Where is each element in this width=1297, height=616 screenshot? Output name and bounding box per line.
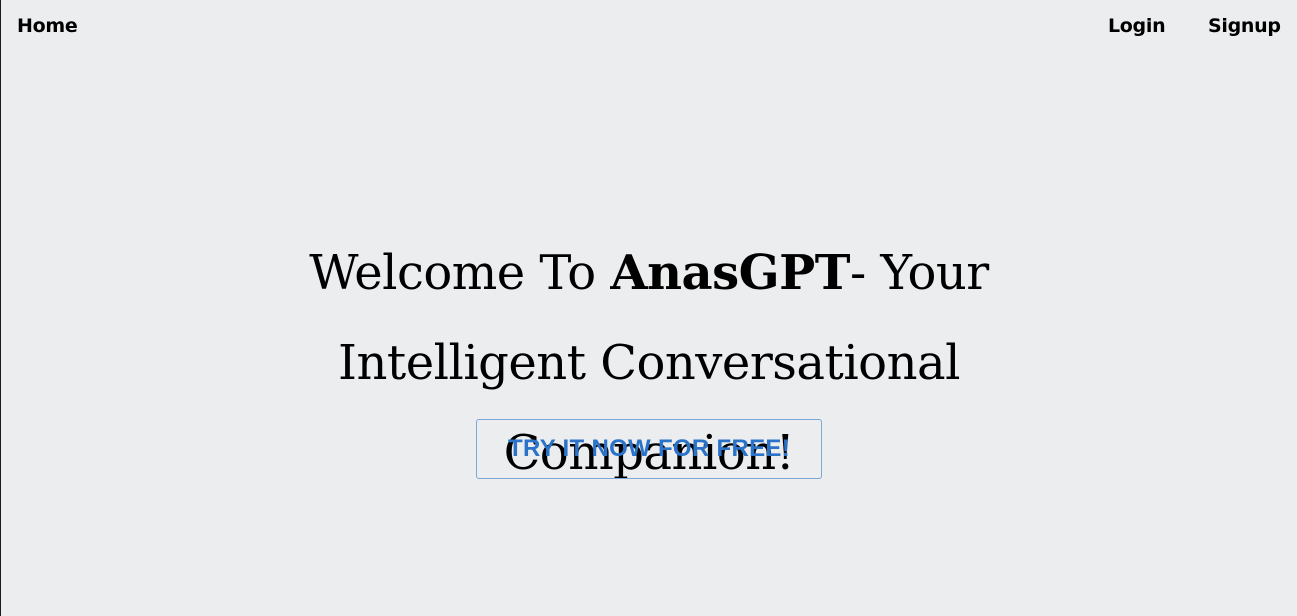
- brand-name: AnasGPT: [610, 245, 850, 301]
- hero-section: Welcome To AnasGPT- Your Intelligent Con…: [1, 228, 1297, 498]
- top-navbar: Home Login Signup: [1, 0, 1297, 52]
- nav-login-link[interactable]: Login: [1108, 13, 1166, 39]
- try-it-now-button[interactable]: TRY IT NOW FOR FREE!: [476, 419, 822, 479]
- nav-signup-link[interactable]: Signup: [1208, 13, 1281, 39]
- hero-title-prefix: Welcome To: [309, 245, 611, 301]
- nav-home-link[interactable]: Home: [17, 13, 78, 39]
